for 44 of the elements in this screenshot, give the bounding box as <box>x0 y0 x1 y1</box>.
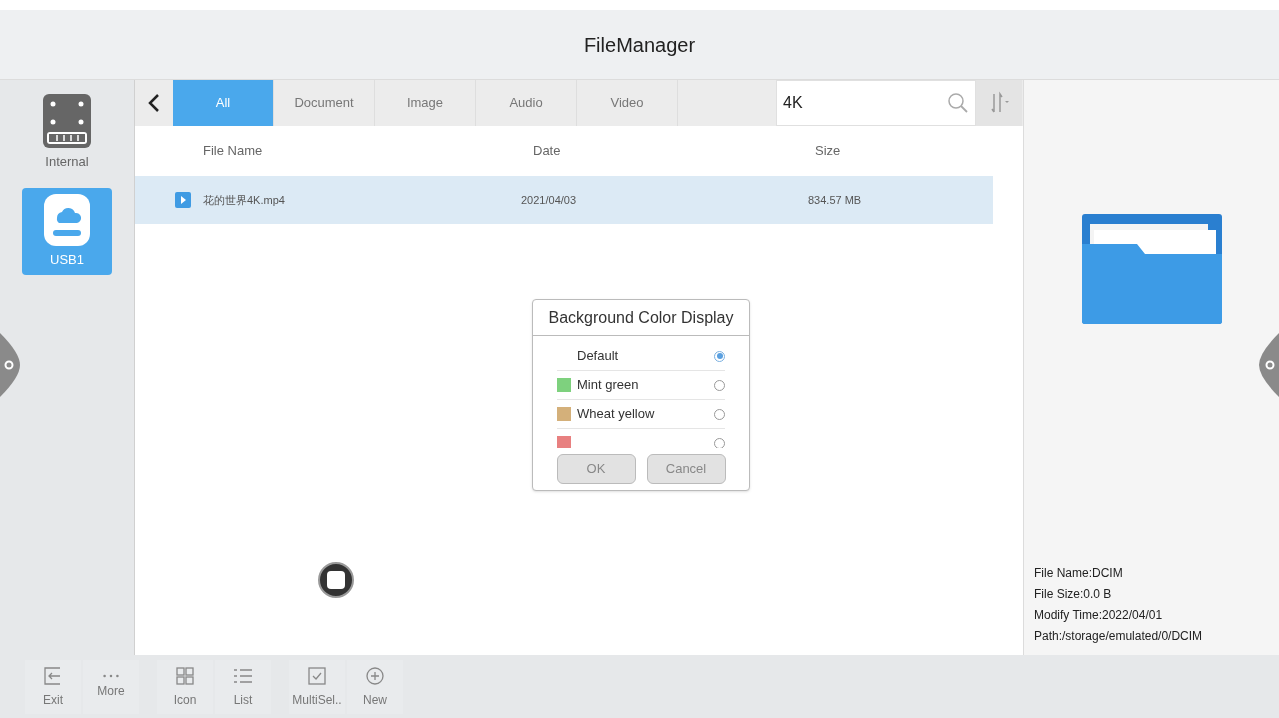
detail-line: Modify Time:2022/04/01 <box>1034 607 1164 624</box>
filter-tab[interactable]: All <box>173 80 274 126</box>
search-icon <box>947 92 969 114</box>
filter-tab[interactable]: Image <box>375 80 476 126</box>
file-name: 花的世界4K.mp4 <box>203 192 286 208</box>
color-option[interactable]: Mint green <box>557 371 725 400</box>
filter-tab[interactable]: Audio <box>476 80 577 126</box>
filter-tab[interactable]: Document <box>274 80 375 126</box>
filter-tab[interactable]: Video <box>577 80 678 126</box>
detail-line: File Size:0.0 B <box>1034 586 1113 603</box>
column-header: Date <box>533 142 562 161</box>
file-date: 2021/04/03 <box>521 192 578 208</box>
window-title: FileManager <box>583 32 696 58</box>
search-field[interactable]: 4K <box>776 80 976 126</box>
detail-line: Path:/storage/emulated/0/DCIM <box>1034 628 1203 645</box>
column-header: File Name <box>203 142 264 161</box>
file-row[interactable]: 花的世界4K.mp4 2021/04/03 834.57 MB <box>135 176 993 224</box>
back-chevron-icon <box>148 93 160 113</box>
exit-icon <box>44 664 62 687</box>
plus-circle-icon <box>364 664 386 687</box>
dialog-title: Background Color Display <box>533 300 749 336</box>
video-file-icon <box>175 192 191 208</box>
folder-icon <box>1081 214 1222 324</box>
side-handle-icon[interactable] <box>0 333 20 397</box>
device-button[interactable]: USB1 <box>22 187 112 275</box>
side-handle-icon[interactable] <box>1259 333 1279 397</box>
more-icon <box>103 673 119 678</box>
column-header: Size <box>815 142 841 161</box>
cloud-drive-icon <box>42 191 92 248</box>
floating-button[interactable] <box>318 562 354 598</box>
dialog-button[interactable]: Cancel <box>646 454 726 484</box>
dialog-button[interactable]: OK <box>556 454 636 484</box>
grid-icon <box>174 664 196 687</box>
option-label: Mint green <box>577 376 640 395</box>
color-option[interactable]: Default <box>557 342 725 371</box>
search-input[interactable]: 4K <box>783 91 947 115</box>
color-option[interactable]: Wheat yellow <box>557 400 725 429</box>
sort-button[interactable] <box>976 80 1022 126</box>
file-size: 834.57 MB <box>808 192 862 208</box>
option-label: Wheat yellow <box>577 405 656 424</box>
device-button[interactable]: Internal <box>22 88 112 178</box>
detail-line: File Name:DCIM <box>1034 565 1124 582</box>
checkbox-icon <box>306 664 328 687</box>
option-label: Default <box>577 347 620 366</box>
